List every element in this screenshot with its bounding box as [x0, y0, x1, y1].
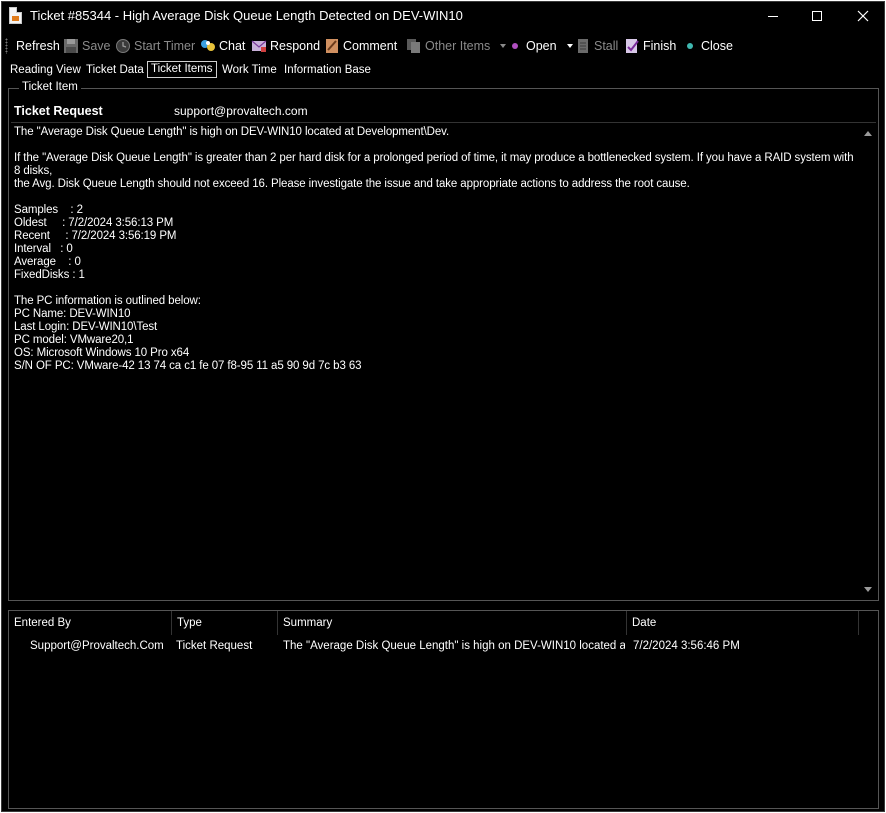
- stall-button[interactable]: Stall: [575, 35, 618, 57]
- tab-work-time[interactable]: Work Time: [219, 62, 280, 78]
- chat-label: Chat: [219, 39, 246, 53]
- column-header-entered-by[interactable]: Entered By: [9, 611, 172, 635]
- save-label: Save: [82, 39, 111, 53]
- stall-icon: [575, 38, 591, 54]
- respond-icon: [251, 38, 267, 54]
- tab-ticket-items[interactable]: Ticket Items: [147, 61, 217, 78]
- tab-information-base[interactable]: Information Base: [281, 62, 374, 78]
- item-body-text[interactable]: The "Average Disk Queue Length" is high …: [14, 126, 856, 373]
- column-header-date[interactable]: Date: [627, 611, 859, 635]
- open-status-dot-icon: [512, 43, 518, 49]
- finish-button[interactable]: Finish: [624, 35, 676, 57]
- vertical-scrollbar[interactable]: [859, 123, 876, 600]
- start-timer-label: Start Timer: [134, 39, 196, 53]
- toolbar-grip[interactable]: [5, 38, 8, 54]
- chevron-down-icon: [500, 44, 507, 48]
- minimize-button[interactable]: [750, 2, 796, 30]
- other-items-icon: [406, 38, 422, 54]
- column-header-type[interactable]: Type: [172, 611, 278, 635]
- column-header-summary[interactable]: Summary: [278, 611, 627, 635]
- item-body-textarea[interactable]: The "Average Disk Queue Length" is high …: [11, 122, 876, 600]
- open-label: Open: [526, 39, 557, 53]
- item-sender-email: support@provaltech.com: [174, 104, 308, 118]
- maximize-icon: [812, 11, 822, 21]
- scroll-up-icon[interactable]: [864, 131, 872, 136]
- toolbar: Refresh Save Start Timer Chat Respond Co…: [2, 35, 884, 57]
- comment-button[interactable]: Comment: [324, 35, 397, 57]
- respond-button[interactable]: Respond: [251, 35, 320, 57]
- close-window-button[interactable]: [840, 2, 886, 30]
- cell-date: 7/2/2024 3:56:46 PM: [633, 640, 740, 652]
- maximize-button[interactable]: [794, 2, 840, 30]
- chat-icon: [200, 38, 216, 54]
- title-bar[interactable]: Ticket #85344 - High Average Disk Queue …: [2, 2, 884, 30]
- minimize-icon: [768, 16, 778, 17]
- group-title: Ticket Item: [19, 81, 81, 93]
- timer-icon: [115, 38, 131, 54]
- item-type-label: Ticket Request: [14, 104, 103, 118]
- close-status-dot-icon: [687, 43, 693, 49]
- cell-summary: The "Average Disk Queue Length" is high …: [283, 640, 625, 652]
- open-status-dropdown[interactable]: Open: [512, 35, 573, 57]
- tab-ticket-data[interactable]: Ticket Data: [83, 62, 147, 78]
- chat-button[interactable]: Chat: [200, 35, 245, 57]
- chevron-down-icon: [566, 44, 573, 48]
- close-icon: [857, 10, 869, 22]
- cell-entered-by: Support@Provaltech.Com: [30, 640, 164, 652]
- start-timer-button[interactable]: Start Timer: [115, 35, 195, 57]
- close-label: Close: [701, 39, 733, 53]
- document-icon: [9, 7, 22, 24]
- window-title: Ticket #85344 - High Average Disk Queue …: [30, 8, 463, 23]
- save-icon: [63, 38, 79, 54]
- ticket-items-table: Entered By Type Summary Date Support@Pro…: [8, 610, 879, 809]
- ticket-item-group: Ticket Item Ticket Request support@prova…: [8, 81, 879, 601]
- table-header: Entered By Type Summary Date: [9, 611, 878, 635]
- tab-reading-view[interactable]: Reading View: [7, 62, 84, 78]
- comment-icon: [324, 38, 340, 54]
- tab-strip: Reading View Ticket Data Ticket Items Wo…: [2, 61, 884, 79]
- other-items-dropdown[interactable]: Other Items: [406, 35, 507, 57]
- finish-label: Finish: [643, 39, 677, 53]
- close-ticket-button[interactable]: Close: [687, 35, 733, 57]
- other-items-label: Other Items: [425, 39, 491, 53]
- respond-label: Respond: [270, 39, 321, 53]
- comment-label: Comment: [343, 39, 398, 53]
- cell-type: Ticket Request: [176, 640, 253, 652]
- refresh-label: Refresh: [16, 39, 60, 53]
- finish-icon: [624, 38, 640, 54]
- stall-label: Stall: [594, 39, 619, 53]
- ticket-window: Ticket #85344 - High Average Disk Queue …: [1, 1, 885, 812]
- refresh-button[interactable]: Refresh: [16, 35, 60, 57]
- save-button[interactable]: Save: [63, 35, 111, 57]
- scroll-down-icon[interactable]: [864, 587, 872, 592]
